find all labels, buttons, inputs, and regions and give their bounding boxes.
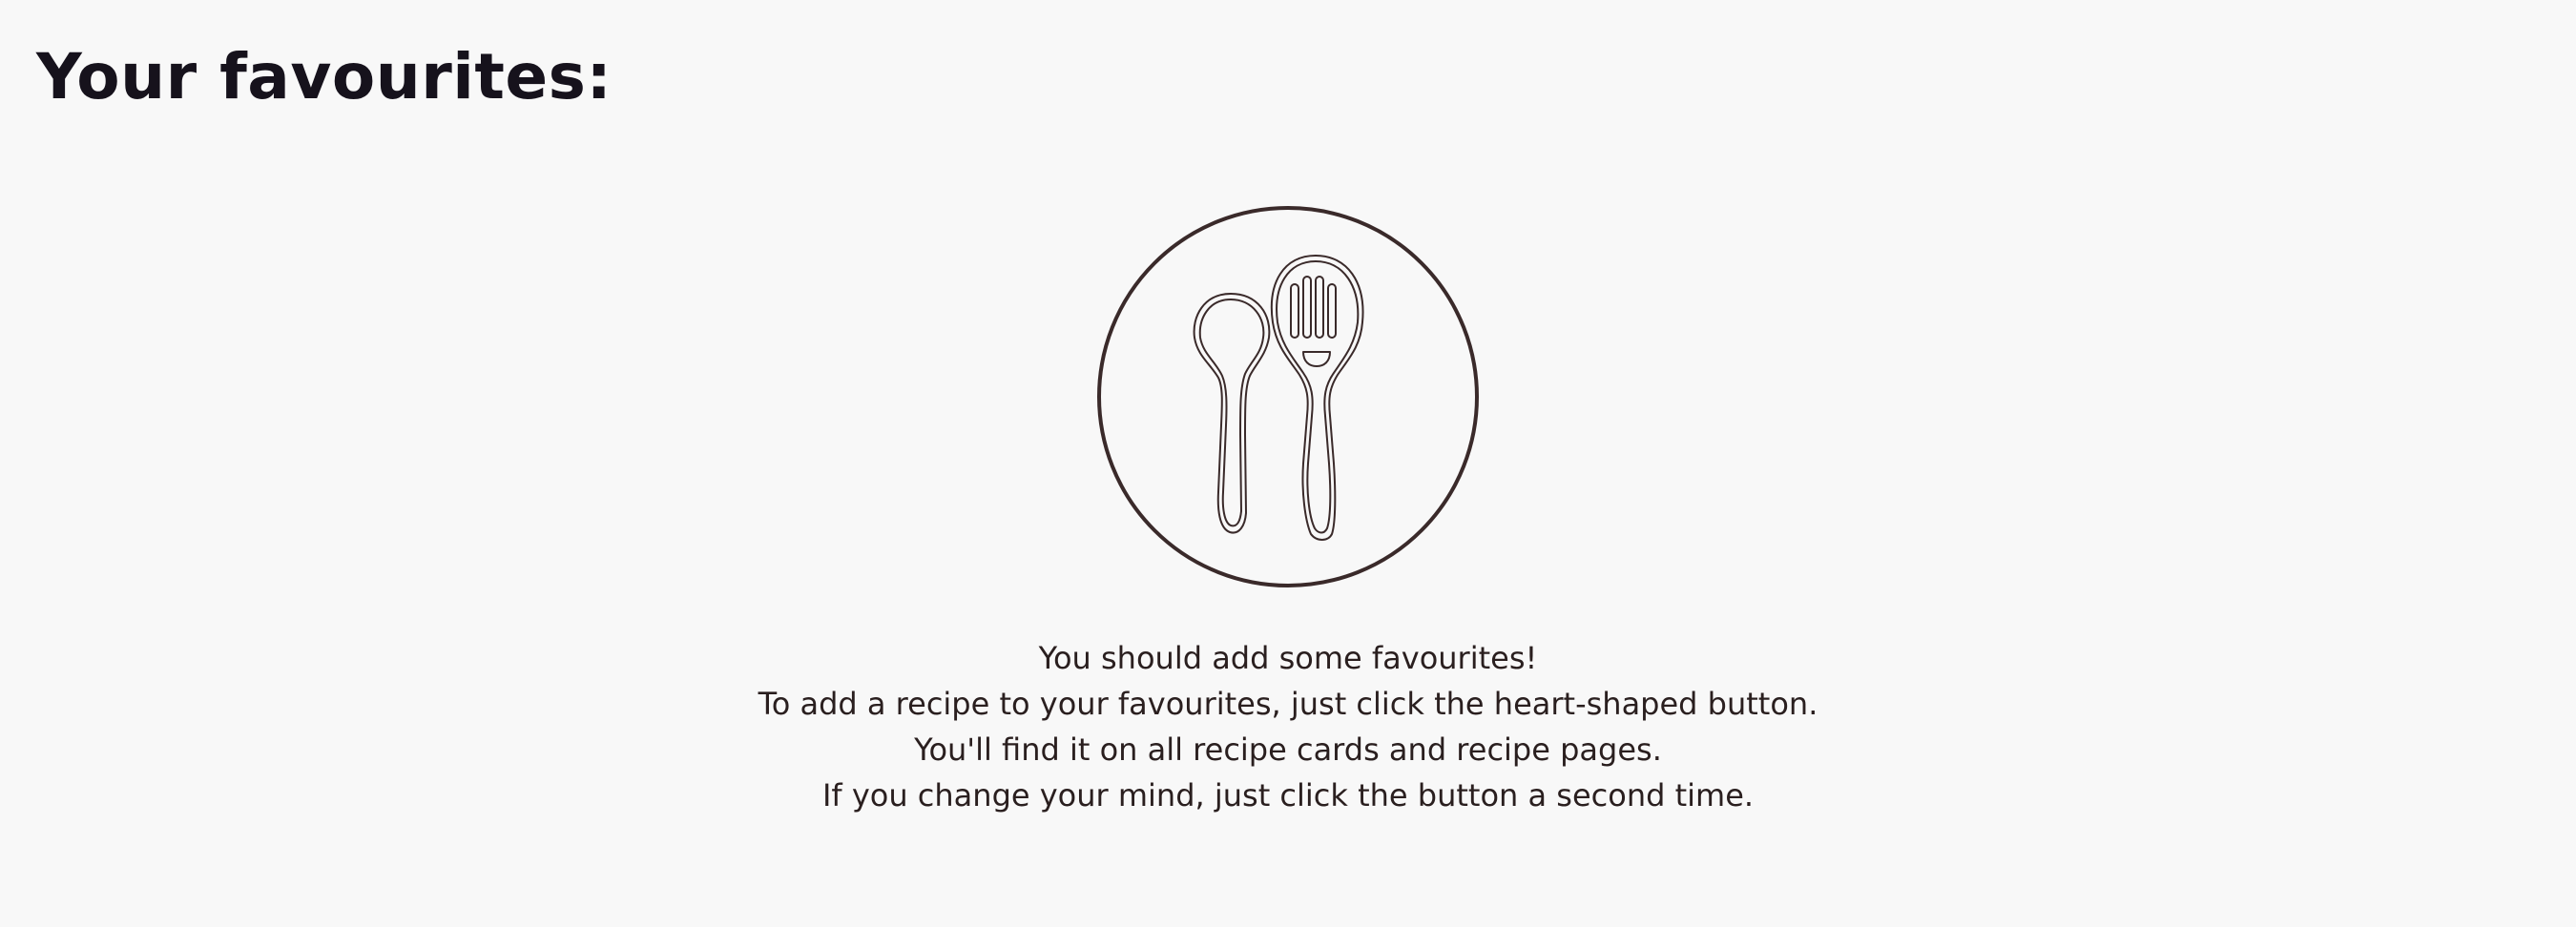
message-line-intro: You should add some favourites!	[1038, 640, 1538, 676]
empty-state-message: You should add some favourites! To add a…	[0, 635, 2576, 818]
spoon-and-slotted-spoon-icon	[1097, 206, 1479, 587]
page-title: Your favourites:	[36, 40, 613, 113]
message-line-how-to-remove: If you change your mind, just click the …	[821, 777, 1755, 814]
spoon-icon	[1193, 293, 1271, 534]
empty-favourites-state: You should add some favourites! To add a…	[0, 206, 2576, 818]
message-line-where-found: You'll find it on all recipe cards and r…	[914, 731, 1662, 768]
slotted-spoon-icon	[1270, 255, 1364, 541]
message-line-how-to-add: To add a recipe to your favourites, just…	[758, 686, 1818, 722]
